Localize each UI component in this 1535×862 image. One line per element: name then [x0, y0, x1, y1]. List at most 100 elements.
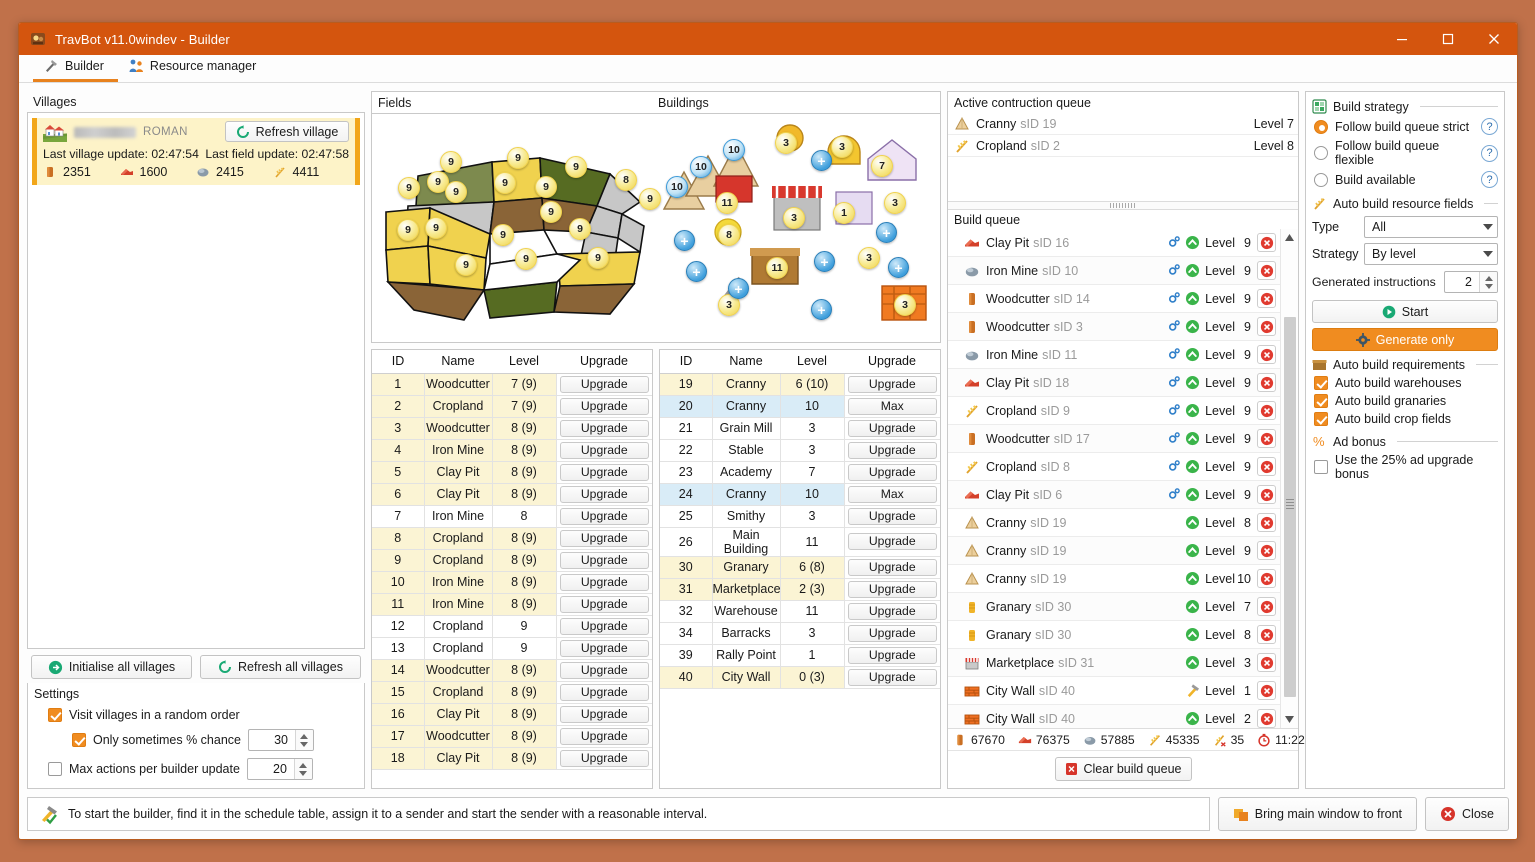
build-queue-row[interactable]: City Wall sID 40 Level 1: [948, 677, 1280, 705]
field-upgrade-button[interactable]: Upgrade: [559, 573, 649, 591]
only-sometimes-checkbox[interactable]: [72, 733, 86, 747]
tab-builder[interactable]: Builder: [33, 55, 118, 82]
field-row[interactable]: 18 Clay Pit 8 (9) Upgrade: [372, 747, 652, 770]
build-queue-row[interactable]: Marketplace sID 31 Level 3: [948, 649, 1280, 677]
building-row[interactable]: 34 Barracks 3 Upgrade: [660, 622, 940, 645]
field-upgrade-button[interactable]: Upgrade: [559, 375, 649, 393]
building-upgrade-button[interactable]: Upgrade: [847, 463, 937, 481]
build-queue-row[interactable]: Cranny sID 19 Level 8: [948, 509, 1280, 537]
minimize-button[interactable]: [1379, 23, 1425, 55]
auto-build-warehouses-checkbox[interactable]: [1314, 376, 1328, 390]
building-upgrade-button[interactable]: Upgrade: [847, 507, 937, 525]
build-queue-row[interactable]: Iron Mine sID 11 Level 9: [948, 341, 1280, 369]
build-queue-scrollbar[interactable]: [1280, 229, 1298, 728]
refresh-all-villages-button[interactable]: Refresh all villages: [200, 655, 361, 679]
building-row[interactable]: 31 Marketplace 2 (3) Upgrade: [660, 578, 940, 601]
building-row[interactable]: 19 Cranny 6 (10) Upgrade: [660, 373, 940, 396]
village-card[interactable]: ROMAN Refresh village Last village updat…: [32, 118, 360, 185]
field-upgrade-button[interactable]: Upgrade: [559, 617, 649, 635]
setting-only-sometimes[interactable]: Only sometimes % chance 30: [72, 729, 358, 751]
strict-radio[interactable]: [1314, 119, 1328, 134]
type-select[interactable]: All: [1364, 216, 1498, 238]
available-help-icon[interactable]: ?: [1481, 171, 1498, 188]
field-row[interactable]: 12 Cropland 9 Upgrade: [372, 615, 652, 638]
setting-max-actions[interactable]: Max actions per builder update 20: [48, 758, 358, 780]
generated-instructions-stepper[interactable]: 2: [1444, 271, 1498, 293]
flexible-help-icon[interactable]: ?: [1481, 144, 1498, 162]
active-queue-row[interactable]: Cropland sID 2 Level 8: [948, 135, 1298, 157]
strict-help-icon[interactable]: ?: [1481, 118, 1498, 135]
active-queue-row[interactable]: Cranny sID 19 Level 7: [948, 113, 1298, 135]
setting-random-order[interactable]: Visit villages in a random order: [48, 708, 358, 722]
maximize-button[interactable]: [1425, 23, 1471, 55]
fields-map[interactable]: 999999899999999999: [372, 114, 661, 342]
field-upgrade-button[interactable]: Upgrade: [559, 595, 649, 613]
build-queue-row[interactable]: Granary sID 30 Level 8: [948, 621, 1280, 649]
build-queue-row[interactable]: Clay Pit sID 6 Level 9: [948, 481, 1280, 509]
build-queue-row[interactable]: Clay Pit sID 16 Level 9: [948, 229, 1280, 257]
generated-instructions-arrows[interactable]: [1479, 272, 1497, 292]
remove-queue-item-button[interactable]: [1257, 597, 1276, 616]
remove-queue-item-button[interactable]: [1257, 401, 1276, 420]
remove-queue-item-button[interactable]: [1257, 457, 1276, 476]
remove-queue-item-button[interactable]: [1257, 681, 1276, 700]
ad-bonus-checkbox[interactable]: [1314, 460, 1328, 474]
remove-queue-item-button[interactable]: [1257, 569, 1276, 588]
building-row[interactable]: 30 Granary 6 (8) Upgrade: [660, 556, 940, 579]
strategy-select[interactable]: By level: [1364, 243, 1498, 265]
max-actions-checkbox[interactable]: [48, 762, 62, 776]
remove-queue-item-button[interactable]: [1257, 261, 1276, 280]
remove-queue-item-button[interactable]: [1257, 289, 1276, 308]
build-queue-row[interactable]: Cropland sID 9 Level 9: [948, 397, 1280, 425]
field-row[interactable]: 5 Clay Pit 8 (9) Upgrade: [372, 461, 652, 484]
building-upgrade-button[interactable]: Upgrade: [847, 533, 937, 550]
building-row[interactable]: 21 Grain Mill 3 Upgrade: [660, 417, 940, 440]
build-queue-row[interactable]: Clay Pit sID 18 Level 9: [948, 369, 1280, 397]
buildings-map[interactable]: 10 10 10 11 3 3 3 7 3 1 3 8 11 3 3 + + + + + + + +: [656, 114, 940, 342]
tab-resource-manager[interactable]: Resource manager: [118, 55, 270, 82]
building-upgrade-button[interactable]: Upgrade: [847, 668, 937, 686]
building-row[interactable]: 40 City Wall 0 (3) Upgrade: [660, 666, 940, 689]
field-row[interactable]: 1 Woodcutter 7 (9) Upgrade: [372, 373, 652, 396]
field-upgrade-button[interactable]: Upgrade: [559, 463, 649, 481]
build-queue-row[interactable]: Woodcutter sID 3 Level 9: [948, 313, 1280, 341]
start-button[interactable]: Start: [1312, 300, 1498, 323]
field-row[interactable]: 15 Cropland 8 (9) Upgrade: [372, 681, 652, 704]
building-row[interactable]: 25 Smithy 3 Upgrade: [660, 505, 940, 528]
field-upgrade-button[interactable]: Upgrade: [559, 749, 649, 767]
remove-queue-item-button[interactable]: [1257, 373, 1276, 392]
field-row[interactable]: 7 Iron Mine 8 Upgrade: [372, 505, 652, 528]
building-upgrade-button[interactable]: Upgrade: [847, 646, 937, 664]
field-upgrade-button[interactable]: Upgrade: [559, 485, 649, 503]
auto-build-granaries-checkbox[interactable]: [1314, 394, 1328, 408]
field-row[interactable]: 8 Cropland 8 (9) Upgrade: [372, 527, 652, 550]
req-granaries[interactable]: Auto build granaries: [1314, 394, 1498, 408]
build-queue-row[interactable]: Iron Mine sID 10 Level 9: [948, 257, 1280, 285]
build-queue-scroll-area[interactable]: Clay Pit sID 16 Level 9 Iron Mine sID 10 Level…: [948, 229, 1298, 728]
strategy-option-strict[interactable]: Follow build queue strict ?: [1314, 118, 1498, 135]
req-warehouses[interactable]: Auto build warehouses: [1314, 376, 1498, 390]
build-queue-row[interactable]: Cranny sID 19 Level 10: [948, 565, 1280, 593]
building-row[interactable]: 22 Stable 3 Upgrade: [660, 439, 940, 462]
field-upgrade-button[interactable]: Upgrade: [559, 441, 649, 459]
field-upgrade-button[interactable]: Upgrade: [559, 639, 649, 657]
building-upgrade-button[interactable]: Upgrade: [847, 624, 937, 642]
field-upgrade-button[interactable]: Upgrade: [559, 397, 649, 415]
field-upgrade-button[interactable]: Upgrade: [559, 529, 649, 547]
building-upgrade-button[interactable]: Upgrade: [847, 441, 937, 459]
field-row[interactable]: 6 Clay Pit 8 (9) Upgrade: [372, 483, 652, 506]
scroll-up-button[interactable]: [1281, 229, 1299, 246]
strategy-option-available[interactable]: Build available ?: [1314, 171, 1498, 188]
bring-main-window-to-front-button[interactable]: Bring main window to front: [1217, 797, 1418, 831]
req-crop-fields[interactable]: Auto build crop fields: [1314, 412, 1498, 426]
clear-build-queue-button[interactable]: Clear build queue: [1054, 757, 1192, 781]
auto-build-crop-fields-checkbox[interactable]: [1314, 412, 1328, 426]
field-upgrade-button[interactable]: Upgrade: [559, 683, 649, 701]
building-row[interactable]: 24 Cranny 10 Max: [660, 483, 940, 506]
strategy-option-flexible[interactable]: Follow build queue flexible ?: [1314, 139, 1498, 167]
build-queue-row[interactable]: Cropland sID 8 Level 9: [948, 453, 1280, 481]
field-upgrade-button[interactable]: Upgrade: [559, 507, 649, 525]
field-row[interactable]: 13 Cropland 9 Upgrade: [372, 637, 652, 660]
building-row[interactable]: 26 Main Building 11 Upgrade: [660, 527, 940, 557]
build-queue-row[interactable]: Woodcutter sID 14 Level 9: [948, 285, 1280, 313]
